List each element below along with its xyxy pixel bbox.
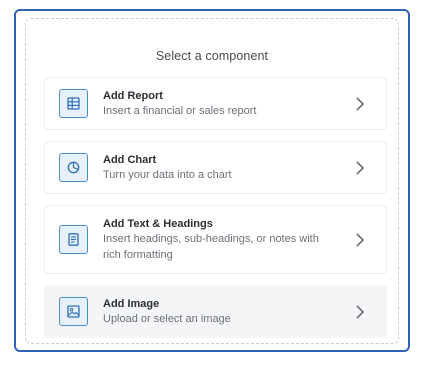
panel-title: Select a component xyxy=(155,49,269,63)
pie-chart-icon xyxy=(59,153,88,182)
add-chart-title: Add Chart xyxy=(103,154,157,166)
document-icon xyxy=(59,225,88,254)
image-icon xyxy=(59,297,88,326)
chevron-right-icon xyxy=(356,305,365,319)
component-picker-panel: Select a component Add Report Insert a f… xyxy=(14,9,410,352)
table-icon xyxy=(59,89,88,118)
add-report-title: Add Report xyxy=(103,90,163,102)
drop-zone: Select a component Add Report Insert a f… xyxy=(25,18,399,344)
add-image-subtitle: Upload or select an image xyxy=(103,313,231,325)
chevron-right-icon xyxy=(356,233,365,247)
add-image-title: Add Image xyxy=(103,298,160,310)
add-report-subtitle: Insert a financial or sales report xyxy=(103,105,257,117)
add-chart-subtitle: Turn your data into a chart xyxy=(103,169,232,181)
add-text-headings-subtitle: Insert headings, sub-headings, or notes … xyxy=(103,233,319,261)
add-text-headings-option[interactable]: Add Text & Headings Insert headings, sub… xyxy=(44,205,387,274)
chevron-right-icon xyxy=(356,161,365,175)
add-image-option[interactable]: Add Image Upload or select an image xyxy=(44,285,387,338)
add-chart-option[interactable]: Add Chart Turn your data into a chart xyxy=(44,141,387,194)
add-report-option[interactable]: Add Report Insert a financial or sales r… xyxy=(44,77,387,130)
chevron-right-icon xyxy=(356,97,365,111)
add-text-headings-title: Add Text & Headings xyxy=(103,218,213,230)
